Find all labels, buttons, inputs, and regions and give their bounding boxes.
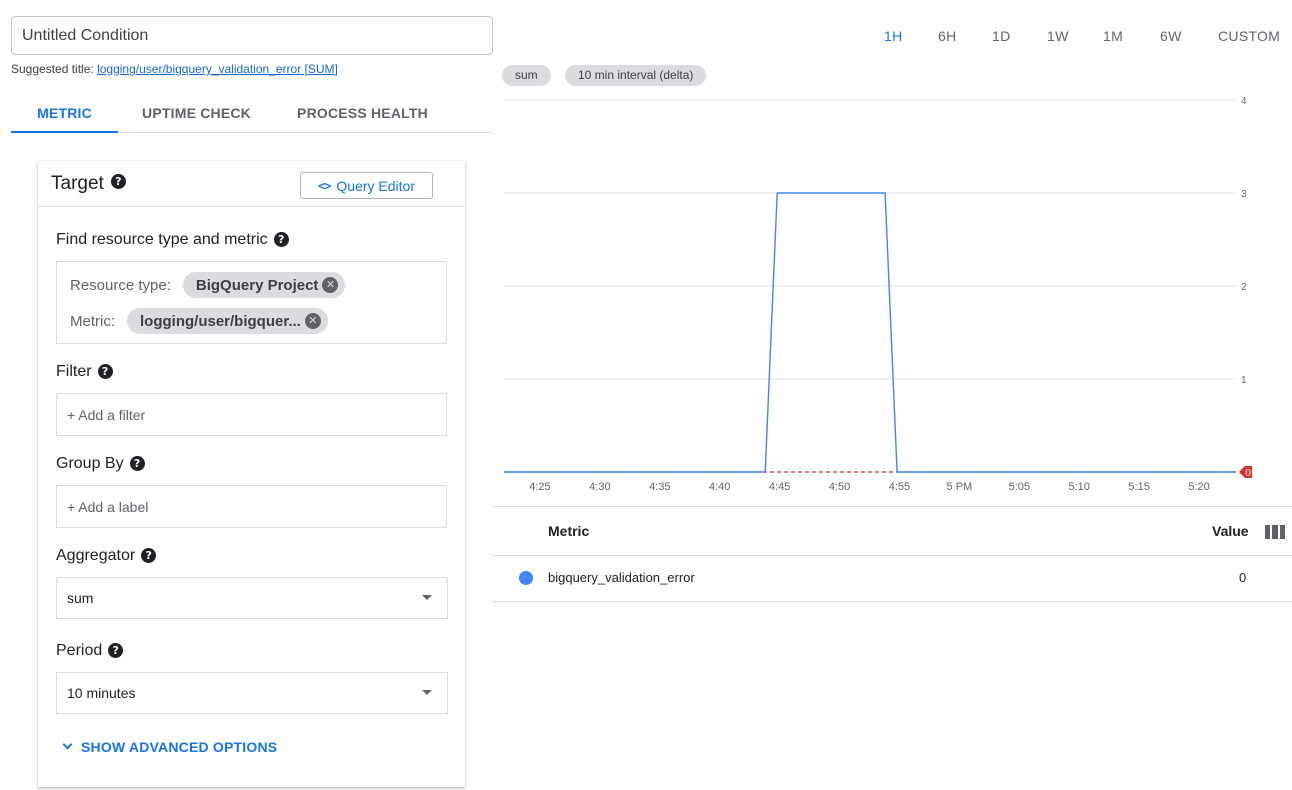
- aggregation-pill: sum: [502, 65, 551, 86]
- resource-type-row: Resource type: BigQuery Project ✕: [70, 272, 346, 298]
- x-tick-label: 4:35: [649, 481, 670, 493]
- remove-resource-type-icon[interactable]: ✕: [322, 277, 339, 293]
- target-title: Target?: [51, 173, 126, 195]
- series-color-dot: [519, 571, 533, 585]
- help-icon[interactable]: ?: [108, 643, 124, 659]
- find-resource-label: Find resource type and metric?: [56, 231, 289, 249]
- suggested-title-link[interactable]: logging/user/bigquery_validation_error […: [97, 62, 338, 76]
- condition-title-input[interactable]: [11, 16, 493, 55]
- group-by-label: Group By?: [56, 455, 145, 473]
- target-card: Target? <> Query Editor Find resource ty…: [38, 161, 465, 787]
- x-tick-label: 5:20: [1188, 481, 1209, 493]
- series-name: bigquery_validation_error: [548, 570, 695, 585]
- help-icon[interactable]: ?: [110, 174, 126, 190]
- x-tick-label: 4:25: [529, 481, 550, 493]
- x-tick-label: 4:30: [589, 481, 610, 493]
- range-6w-button[interactable]: 6W: [1160, 28, 1182, 44]
- metric-value: logging/user/bigquer...: [140, 312, 301, 330]
- tab-process-health[interactable]: PROCESS HEALTH: [275, 94, 450, 133]
- table-row[interactable]: bigquery_validation_error 0: [492, 556, 1292, 602]
- y-tick-label: 2: [1241, 282, 1247, 293]
- help-icon[interactable]: ?: [141, 548, 157, 564]
- help-icon[interactable]: ?: [97, 364, 113, 380]
- suggested-title-prefix: Suggested title:: [11, 62, 94, 76]
- group-by-placeholder: + Add a label: [67, 498, 149, 515]
- filter-label: Filter?: [56, 363, 113, 381]
- y-tick-label: 1: [1241, 375, 1247, 386]
- metric-table-header: Metric Value: [492, 506, 1292, 556]
- chevron-down-icon: [62, 739, 73, 749]
- series-value: 0: [1239, 570, 1247, 585]
- suggested-title: Suggested title: logging/user/bigquery_v…: [11, 62, 338, 76]
- resource-type-value: BigQuery Project: [195, 276, 319, 294]
- chevron-down-icon: [422, 595, 432, 600]
- target-card-header: Target? <> Query Editor: [38, 161, 465, 207]
- remove-metric-icon[interactable]: ✕: [304, 313, 321, 329]
- show-advanced-options-label: SHOW ADVANCED OPTIONS: [81, 739, 278, 755]
- range-1h-button[interactable]: 1H: [884, 28, 903, 44]
- time-range-selector: 1H 6H 1D 1W 1M 6W CUSTOM: [870, 28, 1290, 48]
- metric-label: Metric:: [70, 312, 115, 330]
- x-tick-label: 5:15: [1128, 481, 1149, 493]
- metric-legend-table: Metric Value bigquery_validation_error 0: [492, 506, 1292, 602]
- metric-chart: 1 2 3 4 4:25 4:30 4:35 4:40 4:45 4:50 4:55 5 PM 5:05…: [504, 96, 1252, 493]
- x-tick-label: 4:50: [829, 481, 850, 493]
- x-tick-label: 4:45: [769, 481, 790, 493]
- range-1m-button[interactable]: 1M: [1103, 28, 1123, 44]
- metric-row: Metric: logging/user/bigquer... ✕: [70, 308, 328, 334]
- range-6h-button[interactable]: 6H: [938, 28, 957, 44]
- x-tick-label: 4:55: [889, 481, 910, 493]
- threshold-label: 0: [1245, 468, 1251, 479]
- x-tick-label: 5 PM: [947, 481, 973, 493]
- resource-type-label: Resource type:: [70, 276, 171, 294]
- range-1w-button[interactable]: 1W: [1047, 28, 1069, 44]
- query-editor-label: Query Editor: [336, 177, 416, 194]
- group-by-input[interactable]: + Add a label: [56, 485, 447, 528]
- query-editor-button[interactable]: <> Query Editor: [300, 172, 433, 199]
- y-tick-label: 4: [1241, 96, 1247, 107]
- resource-type-chip[interactable]: BigQuery Project ✕: [182, 272, 346, 298]
- condition-tabs: METRIC UPTIME CHECK PROCESS HEALTH: [11, 94, 493, 133]
- code-icon: <>: [317, 178, 331, 193]
- range-custom-button[interactable]: CUSTOM: [1218, 28, 1280, 44]
- aggregator-select[interactable]: sum: [56, 577, 448, 619]
- metric-chip[interactable]: logging/user/bigquer... ✕: [127, 308, 328, 334]
- x-tick-label: 5:10: [1069, 481, 1090, 493]
- value-column-header: Value: [1212, 523, 1249, 539]
- show-advanced-options-button[interactable]: SHOW ADVANCED OPTIONS: [62, 739, 278, 755]
- period-select[interactable]: 10 minutes: [56, 672, 448, 714]
- resource-metric-box[interactable]: Resource type: BigQuery Project ✕ Metric…: [56, 261, 447, 344]
- aggregator-label: Aggregator?: [56, 547, 157, 565]
- x-tick-label: 4:40: [709, 481, 730, 493]
- x-tick-label: 5:05: [1009, 481, 1030, 493]
- period-value: 10 minutes: [67, 685, 136, 701]
- tab-metric[interactable]: METRIC: [11, 94, 118, 133]
- metric-column-header: Metric: [548, 523, 590, 539]
- series-line-0: [504, 192, 1235, 473]
- tab-uptime-check[interactable]: UPTIME CHECK: [118, 94, 275, 133]
- columns-icon[interactable]: [1265, 525, 1285, 539]
- filter-input[interactable]: + Add a filter: [56, 393, 447, 436]
- chevron-down-icon: [422, 690, 432, 695]
- target-title-text: Target: [51, 173, 104, 194]
- range-1d-button[interactable]: 1D: [992, 28, 1011, 44]
- filter-placeholder: + Add a filter: [67, 406, 146, 423]
- interval-pill: 10 min interval (delta): [565, 65, 707, 86]
- help-icon[interactable]: ?: [273, 232, 289, 248]
- aggregator-value: sum: [67, 590, 94, 606]
- period-label: Period?: [56, 642, 124, 660]
- y-tick-label: 3: [1241, 189, 1247, 200]
- help-icon[interactable]: ?: [129, 456, 145, 472]
